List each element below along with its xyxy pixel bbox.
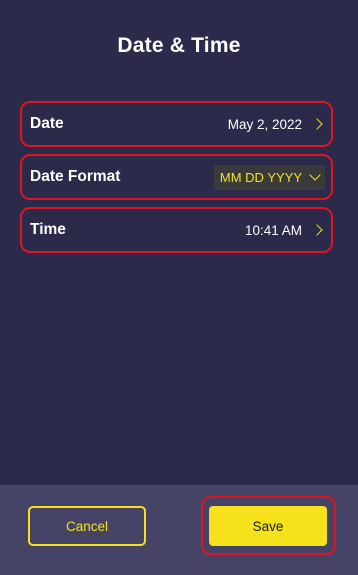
time-value-group: 10:41 AM	[244, 222, 323, 238]
save-button[interactable]: Save	[209, 506, 327, 546]
time-setting-row[interactable]: Time 10:41 AM	[20, 207, 333, 253]
date-format-setting-row: Date Format MM DD YYYY	[20, 154, 333, 200]
time-label: Time	[30, 221, 66, 238]
chevron-right-icon	[311, 224, 323, 236]
cancel-button[interactable]: Cancel	[28, 506, 146, 546]
date-value-group: May 2, 2022	[227, 116, 323, 132]
page-title: Date & Time	[117, 34, 241, 57]
date-setting-row[interactable]: Date May 2, 2022	[20, 101, 333, 147]
date-format-dropdown[interactable]: MM DD YYYY	[213, 164, 325, 190]
date-label: Date	[30, 115, 64, 132]
date-format-label: Date Format	[30, 168, 121, 185]
date-time-screen: Date & Time Date May 2, 2022 Date Format…	[0, 0, 358, 575]
time-value: 10:41 AM	[244, 222, 302, 238]
date-format-value: MM DD YYYY	[219, 169, 302, 185]
chevron-down-icon	[309, 169, 321, 181]
chevron-right-icon	[311, 118, 323, 130]
date-value: May 2, 2022	[227, 116, 302, 132]
